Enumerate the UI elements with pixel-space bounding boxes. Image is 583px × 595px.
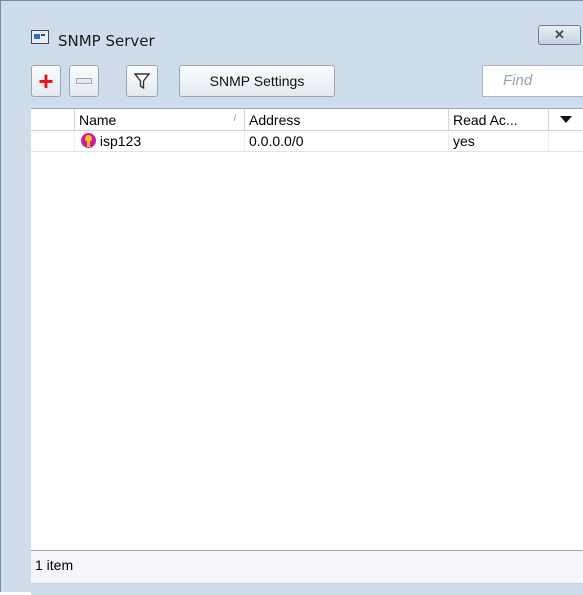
filter-icon — [134, 73, 150, 90]
minus-icon — [76, 78, 92, 84]
read-access-cell[interactable]: yes — [449, 131, 549, 151]
column-header-read-access[interactable]: Read Ac... — [449, 109, 549, 130]
address-cell[interactable]: 0.0.0.0/0 — [245, 131, 449, 151]
column-header-name[interactable]: Name / — [75, 109, 245, 130]
table-header: Name / Address Read Ac... — [31, 109, 583, 131]
status-bar-footer — [31, 583, 583, 595]
snmp-server-window: SNMP Server ✕ + SNMP Settings Find Name … — [0, 0, 583, 595]
column-header-name-label: Name — [79, 112, 117, 128]
name-value: isp123 — [99, 133, 142, 149]
column-header-select[interactable] — [31, 109, 75, 130]
column-menu-button[interactable] — [549, 109, 583, 130]
plus-icon: + — [38, 66, 54, 96]
status-bar: 1 item — [31, 550, 583, 595]
community-icon — [81, 133, 96, 148]
find-input[interactable]: Find — [482, 65, 583, 97]
window-icon — [31, 30, 49, 44]
remove-button[interactable] — [69, 65, 99, 97]
row-select-cell[interactable] — [31, 131, 75, 151]
add-button[interactable]: + — [31, 65, 61, 97]
filter-button[interactable] — [126, 65, 158, 97]
column-header-address[interactable]: Address — [245, 109, 449, 130]
close-button[interactable]: ✕ — [538, 25, 581, 45]
table-row[interactable]: isp123 0.0.0.0/0 yes — [31, 131, 583, 152]
community-table: Name / Address Read Ac... isp123 0.0.0.0… — [31, 108, 583, 550]
title-bar[interactable]: SNMP Server ✕ — [1, 1, 583, 50]
window-title: SNMP Server — [58, 32, 155, 50]
sort-ascending-icon: / — [233, 113, 236, 123]
item-count: 1 item — [35, 557, 74, 573]
snmp-settings-button[interactable]: SNMP Settings — [179, 65, 335, 97]
chevron-down-icon — [560, 115, 572, 123]
close-icon: ✕ — [554, 27, 565, 42]
name-cell[interactable]: isp123 — [75, 131, 245, 151]
